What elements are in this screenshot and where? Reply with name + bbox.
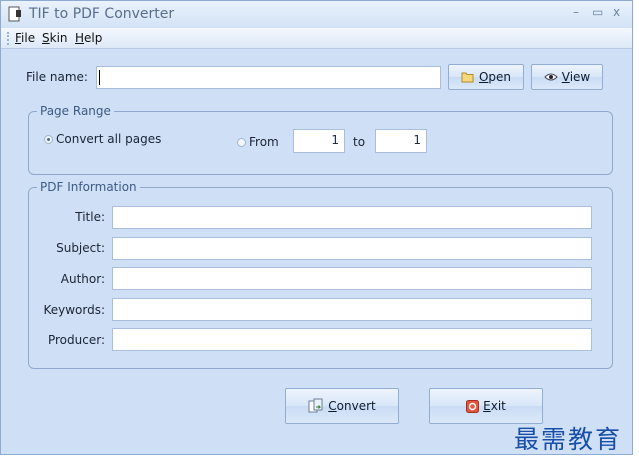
keywords-label: Keywords: [43, 303, 105, 317]
toolbar-grip [7, 32, 9, 45]
to-label: to [353, 135, 366, 149]
folder-icon [461, 72, 474, 83]
file-name-input[interactable] [96, 66, 441, 89]
to-page-input[interactable]: 1 [375, 129, 427, 153]
convert-all-label[interactable]: Convert all pages [56, 132, 161, 146]
exit-button[interactable]: Exit [429, 388, 543, 424]
keywords-input[interactable] [112, 298, 592, 321]
window-title: TIF to PDF Converter [29, 6, 175, 22]
from-page-input[interactable]: 1 [293, 129, 345, 153]
page-range-title: Page Range [37, 104, 114, 118]
open-button[interactable]: Open [448, 64, 524, 90]
from-radio[interactable] [237, 138, 246, 147]
author-input[interactable] [112, 267, 592, 290]
menu-help[interactable]: Help [75, 31, 102, 45]
pdf-information-title: PDF Information [37, 180, 140, 194]
file-name-label: File name: [26, 70, 88, 84]
title-label: Title: [75, 210, 105, 224]
menu-bar: File Skin Help [1, 28, 632, 49]
text-caret [99, 70, 100, 85]
view-button[interactable]: View [531, 64, 603, 90]
eye-icon [544, 73, 558, 81]
title-input[interactable] [112, 206, 592, 229]
app-icon [8, 6, 21, 22]
convert-icon [308, 398, 323, 413]
convert-all-radio[interactable] [44, 135, 53, 144]
title-bar[interactable]: TIF to PDF Converter – ▭ x [1, 1, 632, 28]
maximize-button[interactable]: ▭ [592, 5, 603, 19]
subject-input[interactable] [112, 237, 592, 260]
close-button[interactable]: x [613, 5, 620, 19]
subject-label: Subject: [56, 241, 105, 255]
from-label[interactable]: From [249, 135, 279, 149]
exit-icon [466, 399, 480, 413]
watermark-text: 最需教育 [514, 425, 623, 454]
converter-window: TIF to PDF Converter – ▭ x File Skin Hel… [0, 0, 633, 455]
author-label: Author: [60, 272, 105, 286]
convert-button[interactable]: Convert [285, 388, 399, 424]
menu-skin[interactable]: Skin [42, 31, 68, 45]
producer-label: Producer: [47, 333, 105, 347]
menu-file[interactable]: File [15, 31, 35, 45]
producer-input[interactable] [112, 328, 592, 351]
minimize-button[interactable]: – [573, 5, 579, 19]
